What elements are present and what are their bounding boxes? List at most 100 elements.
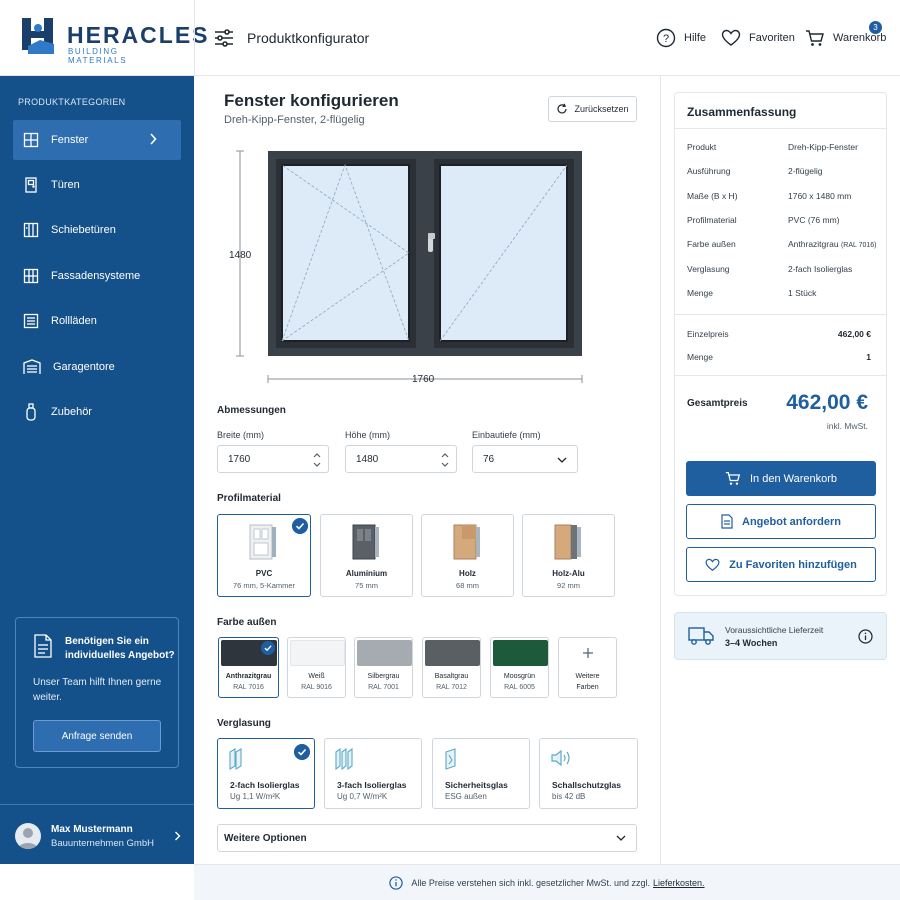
summary-row: Produkt Dreh-Kipp-Fenster <box>687 142 877 152</box>
delivery-value: 3–4 Wochen <box>725 638 778 648</box>
unit-price-label: Einzelpreis <box>687 329 729 339</box>
sidebar-item-fenster[interactable]: Fenster <box>13 120 181 160</box>
color-name: Basaltgrau <box>434 673 469 680</box>
glazing-section-title: Verglasung <box>217 718 271 729</box>
color-swatch <box>425 640 480 666</box>
tax-note: inkl. MwSt. <box>826 421 868 431</box>
quantity-row: Menge 1 <box>687 352 877 362</box>
favorites-link[interactable]: Favoriten <box>721 26 795 50</box>
info-icon[interactable] <box>858 629 873 644</box>
sidebar-item-zubehoer[interactable]: Zubehör <box>13 392 181 432</box>
reset-icon <box>557 103 568 114</box>
delivery-label: Voraussichtliche Lieferzeit <box>725 625 824 635</box>
sidebar-item-tueren[interactable]: Türen <box>13 165 181 205</box>
cart-label: Warenkorb <box>833 32 887 44</box>
color-code: RAL 7016 <box>233 684 264 691</box>
aluminium-profile-icon <box>352 524 379 560</box>
width-value: 1760 <box>228 453 251 465</box>
glazing-option-schallschutzglas[interactable]: Schallschutzglas bis 42 dB <box>539 738 638 809</box>
delivery-costs-link[interactable]: Lieferkosten. <box>653 878 705 888</box>
truck-icon <box>688 627 714 645</box>
safety-glass-icon <box>445 748 456 770</box>
width-dimension-label: 1760 <box>412 374 435 385</box>
color-option-basaltgrau[interactable]: Basaltgrau RAL 7012 <box>422 637 481 698</box>
profile-detail: 68 mm <box>456 581 479 590</box>
color-code-note: (RAL 7016) <box>840 242 877 249</box>
send-request-button[interactable]: Anfrage senden <box>33 720 161 752</box>
more-colors-button[interactable]: Weitere Farben <box>558 637 617 698</box>
profile-name: PVC <box>255 569 273 578</box>
color-name: Moosgrün <box>503 673 536 680</box>
glazing-option-3fach[interactable]: 3-fach Isolierglas Ug 0,7 W/m²K <box>324 738 422 809</box>
summary-row-value: 2-flügelig <box>788 166 823 176</box>
color-option-anthrazitgrau[interactable]: Anthrazitgrau RAL 7016 <box>218 637 279 698</box>
stepper-icon[interactable] <box>440 450 450 470</box>
height-value: 1480 <box>356 453 379 465</box>
accessory-icon <box>26 403 36 421</box>
profile-option-holz-alu[interactable]: Holz-Alu 92 mm <box>522 514 615 597</box>
user-name: Max Mustermann <box>51 824 133 835</box>
total-price: 462,00 € <box>786 391 868 414</box>
summary-row: Verglasung 2-fach Isolierglas <box>687 264 877 274</box>
profile-option-pvc[interactable]: PVC 76 mm, 5-Kammer <box>217 514 311 597</box>
summary-row-value: Anthrazitgrau (RAL 7016) <box>788 239 876 249</box>
configurator-main: Fenster konfigurieren Dreh-Kipp-Fenster,… <box>194 76 660 864</box>
brand-logo[interactable]: HERACLES BUILDING MATERIALS <box>20 16 208 65</box>
checkmark-icon <box>292 518 308 534</box>
summary-row-label: Farbe außen <box>687 239 736 249</box>
total-label: Gesamtpreis <box>687 398 748 409</box>
sidebar-item-schiebetueren[interactable]: Schiebetüren <box>13 210 181 250</box>
reset-button[interactable]: Zurücksetzen <box>548 96 637 122</box>
color-option-silbergrau[interactable]: Silbergrau RAL 7001 <box>354 637 413 698</box>
quantity-label: Menge <box>687 352 713 362</box>
color-code: RAL 7001 <box>368 684 399 691</box>
delivery-info: Voraussichtliche Lieferzeit 3–4 Wochen <box>674 612 887 660</box>
summary-row: Maße (B x H) 1760 x 1480 mm <box>687 191 877 201</box>
height-input[interactable]: 1480 <box>345 445 457 473</box>
profile-name: Holz <box>459 569 476 578</box>
profile-option-holz[interactable]: Holz 68 mm <box>421 514 514 597</box>
depth-select[interactable]: 76 <box>472 445 578 473</box>
more-options-label: Weitere Optionen <box>224 832 307 844</box>
sidebar-item-label: Rollläden <box>51 315 97 327</box>
color-option-weiss[interactable]: Weiß RAL 9016 <box>287 637 346 698</box>
brand-name: HERACLES <box>67 22 210 48</box>
sidebar-item-garagentore[interactable]: Garagentore <box>13 347 181 387</box>
header-divider <box>194 0 195 76</box>
color-swatch <box>493 640 548 666</box>
summary-row-value: PVC (76 mm) <box>788 215 840 225</box>
profile-option-aluminium[interactable]: Aluminium 75 mm <box>320 514 413 597</box>
avatar <box>15 823 41 849</box>
sliders-icon[interactable] <box>213 27 235 49</box>
add-favorites-button[interactable]: Zu Favoriten hinzufügen <box>686 547 876 582</box>
more-options-accordion[interactable]: Weitere Optionen <box>217 824 637 852</box>
top-bar: HERACLES BUILDING MATERIALS Produktkonfi… <box>0 0 900 76</box>
summary-row: Farbe außen Anthrazitgrau (RAL 7016) <box>687 239 877 249</box>
color-option-moosgruen[interactable]: Moosgrün RAL 6005 <box>490 637 549 698</box>
color-code: RAL 9016 <box>301 684 332 691</box>
sidebar-item-label: Fenster <box>51 134 89 146</box>
summary-row-label: Menge <box>687 288 713 298</box>
color-code: RAL 6005 <box>504 684 535 691</box>
quantity-value: 1 <box>866 352 871 362</box>
glazing-detail: bis 42 dB <box>552 792 586 801</box>
width-input[interactable]: 1760 <box>217 445 329 473</box>
summary-panel: Zusammenfassung Produkt Dreh-Kipp-Fenster… <box>674 92 887 596</box>
sidebar-item-fassadensysteme[interactable]: Fassadensysteme <box>13 256 181 296</box>
request-quote-button[interactable]: Angebot anfordern <box>686 504 876 539</box>
sidebar-item-label: Garagentore <box>53 361 115 373</box>
height-label: Höhe (mm) <box>345 430 391 440</box>
sidebar: PRODUKTKATEGORIEN Fenster Türen Schiebet… <box>0 76 194 864</box>
more-colors-line2: Farben <box>576 684 599 691</box>
glazing-option-2fach[interactable]: 2-fach Isolierglas Ug 1,1 W/m²K <box>217 738 315 809</box>
window-preview <box>236 150 583 383</box>
glazing-option-sicherheitsglas[interactable]: Sicherheitsglas ESG außen <box>432 738 530 809</box>
stepper-icon[interactable] <box>312 450 322 470</box>
summary-row-value: 1760 x 1480 mm <box>788 191 852 201</box>
user-profile[interactable]: Max Mustermann Bauunternehmen GmbH <box>0 804 194 864</box>
sidebar-item-rolllaeden[interactable]: Rollläden <box>13 301 181 341</box>
add-to-cart-button[interactable]: In den Warenkorb <box>686 461 876 496</box>
help-link[interactable]: ? Hilfe <box>656 26 706 50</box>
color-swatch <box>357 640 412 666</box>
footer-text: Alle Preise verstehen sich inkl. gesetzl… <box>411 877 651 888</box>
